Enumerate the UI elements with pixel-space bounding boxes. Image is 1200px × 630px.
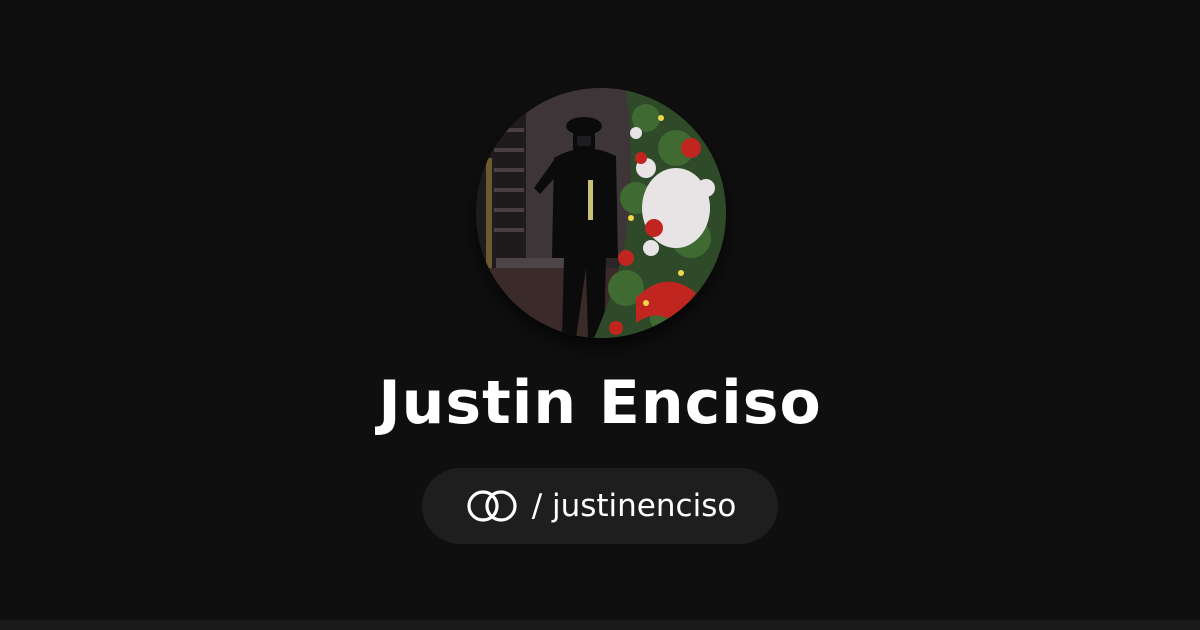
profile-handle: / justinenciso xyxy=(531,488,737,524)
interlocking-rings-logo-icon xyxy=(464,486,520,526)
profile-card: Justin Enciso / justinenciso xyxy=(0,0,1200,630)
avatar[interactable] xyxy=(476,88,726,338)
profile-name: Justin Enciso xyxy=(378,368,822,438)
handle-pill[interactable]: / justinenciso xyxy=(422,468,778,544)
bottom-bar xyxy=(0,620,1200,630)
avatar-image xyxy=(476,88,726,338)
